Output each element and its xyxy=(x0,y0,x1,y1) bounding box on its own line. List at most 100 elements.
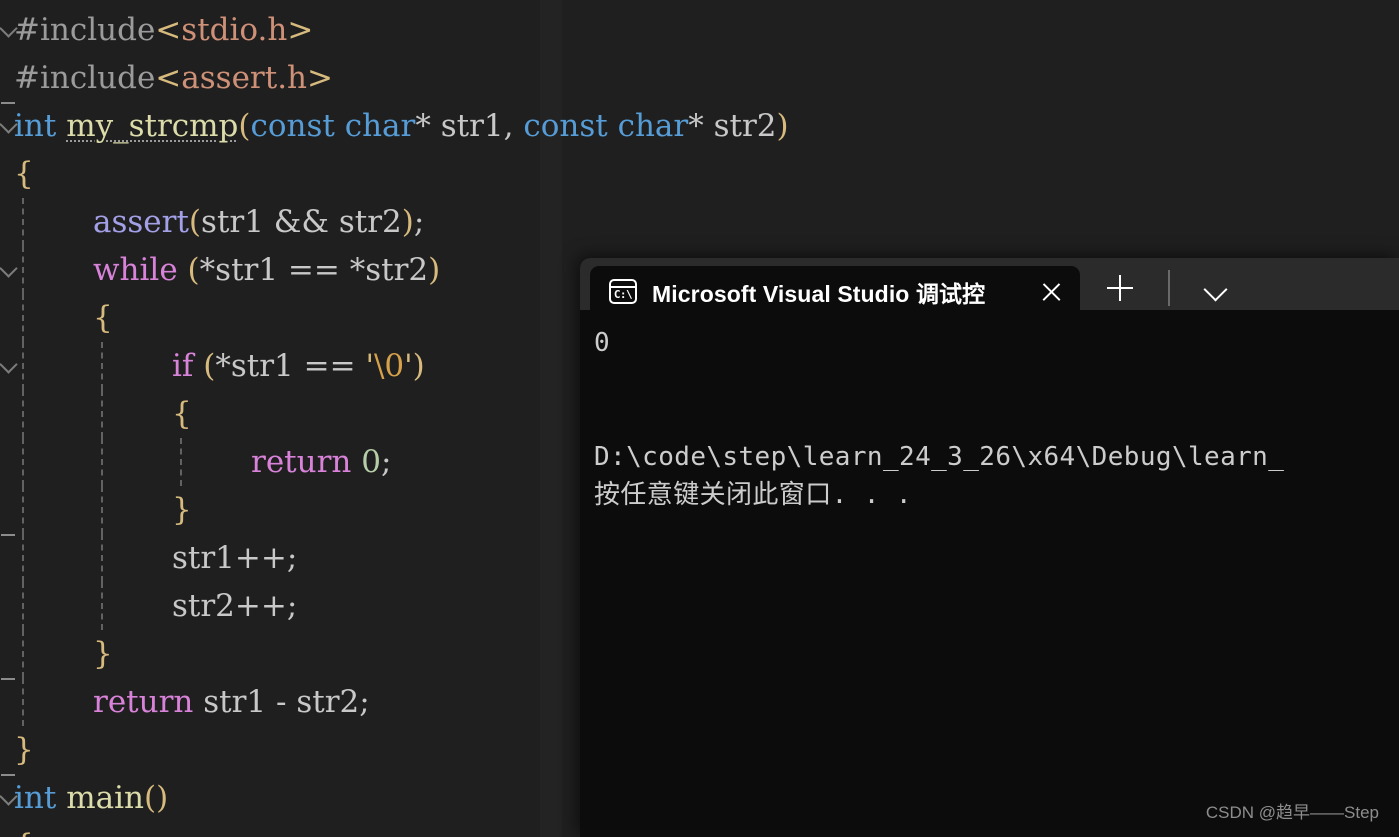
code-token: == xyxy=(287,252,340,288)
code-token: ( xyxy=(187,252,200,288)
code-token: ( xyxy=(188,204,202,240)
code-line-text: { xyxy=(14,390,192,438)
code-token: my_strcmp xyxy=(66,108,239,144)
code-line-text: str2++; xyxy=(14,582,297,630)
code-token: int xyxy=(14,780,57,816)
code-line-text: assert(str1 && str2); xyxy=(14,198,424,246)
terminal-output-area[interactable]: 0 D:\code\step\learn_24_3_26\x64\Debug\le… xyxy=(580,310,1399,837)
code-token: * xyxy=(199,252,216,288)
code-token: #include xyxy=(14,60,156,96)
code-line-text: return 0; xyxy=(14,438,391,486)
code-token: str1 xyxy=(201,204,274,240)
code-token: ) xyxy=(428,252,441,288)
code-line-text: #include<assert.h> xyxy=(14,54,333,102)
code-token: #include xyxy=(14,12,156,48)
code-token: stdio.h xyxy=(181,12,288,48)
code-line-text: #include<stdio.h> xyxy=(14,6,313,54)
code-line-text: { xyxy=(14,294,113,342)
code-token: ) xyxy=(776,108,789,144)
windows-terminal-window[interactable]: C:\ Microsoft Visual Studio 调试控 0 D:\code… xyxy=(580,258,1399,837)
code-token: ) xyxy=(401,204,414,240)
terminal-output-line: 0 xyxy=(594,328,611,358)
code-token: str1 xyxy=(193,684,276,720)
code-line-text: int my_strcmp(const char* str1, const ch… xyxy=(14,102,789,150)
code-token: < xyxy=(155,60,182,96)
code-token: * xyxy=(688,108,704,144)
code-line[interactable]: #include<stdio.h> xyxy=(0,6,1399,54)
code-line[interactable]: assert(str1 && str2); xyxy=(0,198,1399,246)
code-token: char xyxy=(617,108,689,144)
code-token: * xyxy=(215,348,231,384)
code-line[interactable]: { xyxy=(0,150,1399,198)
chevron-down-icon[interactable] xyxy=(1188,266,1244,310)
code-token: ; xyxy=(359,684,370,720)
toolbar-divider xyxy=(1168,270,1170,306)
code-line-text: while (*str1 == *str2) xyxy=(14,246,440,294)
code-line[interactable]: #include<assert.h> xyxy=(0,54,1399,102)
code-token: { xyxy=(172,396,192,432)
code-line-text: int main() xyxy=(14,774,168,822)
code-token: main xyxy=(66,780,144,816)
code-line-text: { xyxy=(14,822,34,837)
new-tab-button[interactable] xyxy=(1092,266,1148,310)
code-token: char xyxy=(344,108,416,144)
code-token: str1, xyxy=(430,108,524,144)
code-token: { xyxy=(14,828,34,837)
terminal-output-line: D:\code\step\learn_24_3_26\x64\Debug\lea… xyxy=(594,442,1285,472)
code-token: const xyxy=(250,108,335,144)
code-token: ( xyxy=(238,108,251,144)
code-token: str2 xyxy=(329,204,402,240)
code-line-text: } xyxy=(14,486,192,534)
console-icon: C:\ xyxy=(608,277,638,307)
code-token: return xyxy=(93,684,194,720)
code-line-text: if (*str1 == '\0') xyxy=(14,342,425,390)
code-token: ++; xyxy=(234,540,298,576)
fold-dash-icon xyxy=(1,534,15,536)
terminal-tab-title: Microsoft Visual Studio 调试控 xyxy=(652,281,986,307)
code-token: str1 xyxy=(215,252,288,288)
code-line-text: } xyxy=(14,726,34,774)
terminal-titlebar[interactable]: C:\ Microsoft Visual Studio 调试控 xyxy=(580,258,1399,318)
code-token: 0 xyxy=(361,444,381,480)
code-token: assert.h xyxy=(181,60,308,96)
code-token: if xyxy=(172,348,194,384)
fold-dash-icon xyxy=(1,678,15,680)
code-line[interactable]: int my_strcmp(const char* str1, const ch… xyxy=(0,102,1399,150)
code-token: str1 xyxy=(230,348,304,384)
code-token: assert xyxy=(93,204,189,240)
code-token: () xyxy=(143,780,169,816)
code-token: } xyxy=(172,492,192,528)
code-token: } xyxy=(93,636,113,672)
code-token: ( xyxy=(203,348,216,384)
code-token: while xyxy=(93,252,178,288)
code-token: > xyxy=(287,12,314,48)
code-token: ) xyxy=(412,348,425,384)
code-token: return xyxy=(251,444,352,480)
code-token: == xyxy=(303,348,356,384)
code-token: str2 xyxy=(286,684,360,720)
code-token: ++; xyxy=(234,588,298,624)
code-token: } xyxy=(14,732,34,768)
code-token: * xyxy=(415,108,431,144)
code-token: str2 xyxy=(172,588,235,624)
code-token: \0 xyxy=(373,348,405,384)
code-token: int xyxy=(14,108,57,144)
code-line-text: } xyxy=(14,630,113,678)
fold-dash-icon xyxy=(1,774,15,776)
fold-dash-icon xyxy=(1,102,15,104)
code-token: ; xyxy=(380,444,392,480)
terminal-output-line: 按任意键关闭此窗口. . . xyxy=(594,480,912,510)
code-token: * xyxy=(349,252,366,288)
code-token: ' xyxy=(404,348,413,384)
code-token: - xyxy=(276,684,287,720)
csdn-watermark: CSDN @趋早——Step xyxy=(1205,803,1379,822)
